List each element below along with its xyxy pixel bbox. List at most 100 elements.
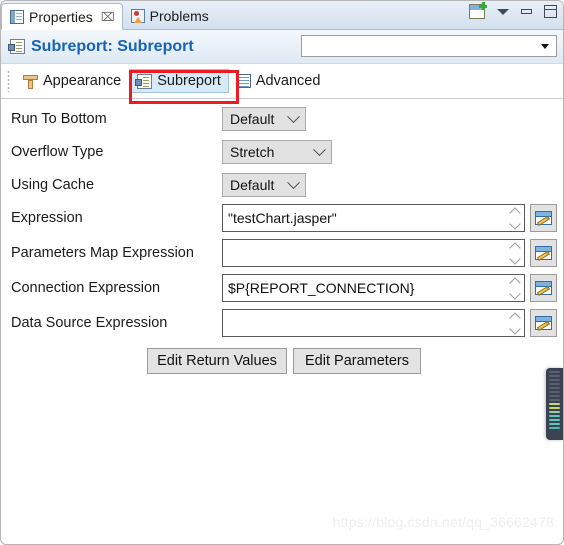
tab-problems-label: Problems <box>149 7 209 24</box>
tab-appearance[interactable]: Appearance <box>15 69 129 93</box>
parameters-map-expression-stepper[interactable] <box>506 240 524 266</box>
chevron-down-icon <box>287 109 300 123</box>
parameters-map-expression-input[interactable] <box>222 239 525 267</box>
chevron-down-icon <box>509 217 521 230</box>
label-expression: Expression <box>11 210 83 226</box>
close-icon[interactable]: ⌧ <box>101 11 115 23</box>
run-to-bottom-dropdown[interactable]: Default <box>222 107 306 131</box>
subreport-icon <box>8 39 25 54</box>
minimap-line <box>549 415 560 417</box>
row-overflow-type: Overflow Type Stretch <box>1 137 563 167</box>
expression-input[interactable]: "testChart.jasper" <box>222 204 525 232</box>
tab-appearance-label: Appearance <box>43 73 122 89</box>
properties-view: Properties ⌧ Problems Subreport: Subrepo… <box>0 0 564 545</box>
toolbar-grip[interactable] <box>7 70 10 92</box>
ruler-icon <box>23 74 38 89</box>
label-run-to-bottom: Run To Bottom <box>11 111 107 127</box>
chevron-down-icon <box>509 322 521 335</box>
view-menu-icon <box>497 8 509 15</box>
label-parameters-map-expression: Parameters Map Expression <box>11 245 194 261</box>
minimap-line <box>549 375 560 377</box>
view-tab-strip: Properties ⌧ Problems <box>1 1 563 30</box>
minimap-line <box>549 391 560 393</box>
tab-advanced[interactable]: Advanced <box>229 69 329 93</box>
page-title: Subreport: Subreport <box>31 37 194 55</box>
row-connection-expression: Connection Expression $P{REPORT_CONNECTI… <box>1 273 563 303</box>
advanced-icon <box>236 74 251 88</box>
minimap-line <box>549 371 560 373</box>
chevron-up-icon <box>509 311 521 324</box>
chevron-up-icon <box>509 206 521 219</box>
maximize-button[interactable] <box>544 5 557 18</box>
edit-expression-button-parameters-map[interactable] <box>530 239 557 267</box>
minimap-line <box>549 403 560 405</box>
edit-parameters-button[interactable]: Edit Parameters <box>293 348 421 374</box>
edit-expression-button-expression[interactable] <box>530 204 557 232</box>
row-data-source-expression: Data Source Expression <box>1 308 563 338</box>
connection-expression-value: $P{REPORT_CONNECTION} <box>228 280 415 296</box>
connection-expression-stepper[interactable] <box>506 275 524 301</box>
edit-expression-icon <box>535 281 552 295</box>
data-source-expression-stepper[interactable] <box>506 310 524 336</box>
tab-subreport[interactable]: Subreport <box>129 69 229 93</box>
row-run-to-bottom: Run To Bottom Default <box>1 104 563 134</box>
chevron-up-icon <box>509 241 521 254</box>
minimap-line <box>549 379 560 381</box>
edit-expression-icon <box>535 316 552 330</box>
code-minimap-overlay[interactable] <box>546 368 563 440</box>
element-selector-combo[interactable] <box>301 35 557 57</box>
chevron-down-icon <box>509 252 521 265</box>
watermark-text: https://blog.csdn.net/qq_36662478 <box>332 514 554 530</box>
view-toolbar <box>469 2 557 19</box>
minimap-line <box>549 399 560 401</box>
minimap-line <box>549 383 560 385</box>
chevron-up-icon <box>509 276 521 289</box>
tab-problems[interactable]: Problems <box>123 2 216 29</box>
minimap-line <box>549 395 560 397</box>
label-connection-expression: Connection Expression <box>11 280 161 296</box>
using-cache-dropdown[interactable]: Default <box>222 173 306 197</box>
run-to-bottom-value: Default <box>230 111 275 127</box>
tab-properties[interactable]: Properties ⌧ <box>1 3 123 30</box>
problems-icon <box>130 8 145 23</box>
minimap-line <box>549 423 560 425</box>
tab-advanced-label: Advanced <box>255 73 321 89</box>
minimize-button[interactable] <box>521 9 532 14</box>
new-view-button[interactable] <box>469 2 487 19</box>
edit-expression-icon <box>535 246 552 260</box>
properties-icon <box>10 9 24 24</box>
edit-expression-icon <box>535 211 552 225</box>
element-title-bar: Subreport: Subreport <box>1 30 563 64</box>
view-menu-button[interactable] <box>497 8 509 15</box>
minimap-line <box>549 407 560 409</box>
edit-parameters-label: Edit Parameters <box>305 353 409 369</box>
expression-stepper[interactable] <box>506 205 524 231</box>
overflow-type-dropdown[interactable]: Stretch <box>222 140 332 164</box>
label-using-cache: Using Cache <box>11 177 95 193</box>
row-expression: Expression "testChart.jasper" <box>1 203 563 233</box>
label-data-source-expression: Data Source Expression <box>11 315 168 331</box>
expression-value: "testChart.jasper" <box>228 210 337 226</box>
edit-return-values-label: Edit Return Values <box>157 353 277 369</box>
chevron-down-icon <box>541 43 549 49</box>
section-tab-bar: Appearance Subreport Advanced <box>1 64 563 99</box>
chevron-down-icon <box>509 287 521 300</box>
edit-expression-button-data-source[interactable] <box>530 309 557 337</box>
subreport-properties-form: Run To Bottom Default Overflow Type Stre… <box>1 99 563 539</box>
minimap-line <box>549 427 560 429</box>
minimize-icon <box>521 9 532 14</box>
data-source-expression-input[interactable] <box>222 309 525 337</box>
subreport-icon <box>135 73 153 89</box>
edit-expression-button-connection[interactable] <box>530 274 557 302</box>
connection-expression-input[interactable]: $P{REPORT_CONNECTION} <box>222 274 525 302</box>
minimap-line <box>549 411 560 413</box>
row-using-cache: Using Cache Default <box>1 170 563 200</box>
overflow-type-value: Stretch <box>230 144 275 160</box>
tab-properties-label: Properties <box>29 8 93 25</box>
using-cache-value: Default <box>230 177 275 193</box>
maximize-icon <box>544 5 557 18</box>
row-parameters-map-expression: Parameters Map Expression <box>1 238 563 268</box>
edit-return-values-button[interactable]: Edit Return Values <box>147 348 287 374</box>
chevron-down-icon <box>313 142 326 156</box>
new-view-icon <box>469 2 487 19</box>
